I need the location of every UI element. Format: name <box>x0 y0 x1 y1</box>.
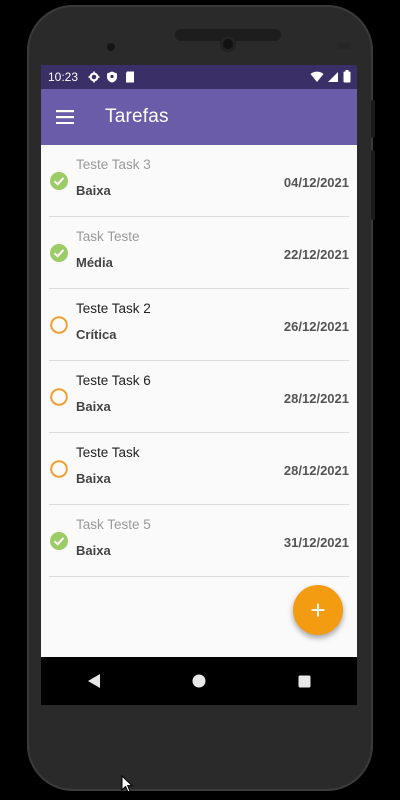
light-sensor <box>337 43 351 49</box>
recents-button[interactable] <box>284 661 324 701</box>
app-bar: Tarefas <box>41 89 357 145</box>
check-circle-icon[interactable] <box>50 532 68 550</box>
home-button[interactable] <box>179 661 219 701</box>
task-date: 22/12/2021 <box>283 247 349 262</box>
shield-icon <box>107 71 118 83</box>
task-row[interactable]: Task Teste 5 Baixa 31/12/2021 <box>41 505 357 577</box>
power-button <box>371 100 375 138</box>
check-circle-icon[interactable] <box>50 244 68 262</box>
status-right-icons <box>310 70 351 83</box>
task-row[interactable]: Teste Task 6 Baixa 28/12/2021 <box>41 361 357 433</box>
pending-circle-icon[interactable] <box>50 388 68 406</box>
task-priority: Baixa <box>76 399 111 414</box>
task-name: Teste Task 6 <box>76 373 151 388</box>
task-name: Teste Task 3 <box>76 157 151 172</box>
settings-icon <box>88 71 100 83</box>
back-triangle-icon <box>87 674 100 688</box>
task-priority: Baixa <box>76 471 111 486</box>
home-circle-icon <box>192 674 206 688</box>
task-date: 28/12/2021 <box>283 463 349 478</box>
task-date: 31/12/2021 <box>283 535 349 550</box>
task-name: Task Teste 5 <box>76 517 151 532</box>
pending-circle-icon[interactable] <box>50 316 68 334</box>
add-task-button[interactable]: + <box>293 585 343 635</box>
check-circle-icon[interactable] <box>50 172 68 190</box>
task-priority: Baixa <box>76 183 111 198</box>
task-list: Teste Task 3 Baixa 04/12/2021 Task Teste… <box>41 145 357 577</box>
task-date: 26/12/2021 <box>283 319 349 334</box>
recents-square-icon <box>298 675 311 687</box>
menu-button[interactable] <box>41 89 89 145</box>
proximity-sensor <box>107 43 115 51</box>
back-button[interactable] <box>74 661 114 701</box>
task-priority: Crítica <box>76 327 117 342</box>
front-camera <box>220 36 236 52</box>
system-nav-bar <box>41 657 357 705</box>
divider <box>49 576 349 577</box>
task-priority: Baixa <box>76 543 111 558</box>
task-row[interactable]: Teste Task 2 Crítica 26/12/2021 <box>41 289 357 361</box>
page-title: Tarefas <box>105 106 169 127</box>
pending-circle-icon[interactable] <box>50 460 68 478</box>
task-row[interactable]: Teste Task 3 Baixa 04/12/2021 <box>41 145 357 217</box>
task-date: 04/12/2021 <box>283 175 349 190</box>
battery-icon <box>343 70 351 83</box>
task-row[interactable]: Teste Task Baixa 28/12/2021 <box>41 433 357 505</box>
task-name: Teste Task 2 <box>76 301 151 316</box>
status-time: 10:23 <box>48 70 79 84</box>
volume-button <box>371 150 375 220</box>
add-icon: + <box>310 594 326 625</box>
status-bar: 10:23 <box>41 65 357 89</box>
task-row[interactable]: Task Teste Média 22/12/2021 <box>41 217 357 289</box>
task-date: 28/12/2021 <box>283 391 349 406</box>
task-priority: Média <box>76 255 113 270</box>
sd-card-icon <box>126 71 135 83</box>
task-name: Task Teste <box>76 229 140 244</box>
wifi-icon <box>310 71 324 82</box>
task-name: Teste Task <box>76 445 140 460</box>
mouse-cursor-icon <box>121 775 133 793</box>
signal-icon <box>328 71 338 82</box>
screen: 10:23 Tarefas Teste Task 3 Baixa 04/12/2… <box>41 65 357 705</box>
hamburger-menu-icon <box>56 110 74 124</box>
